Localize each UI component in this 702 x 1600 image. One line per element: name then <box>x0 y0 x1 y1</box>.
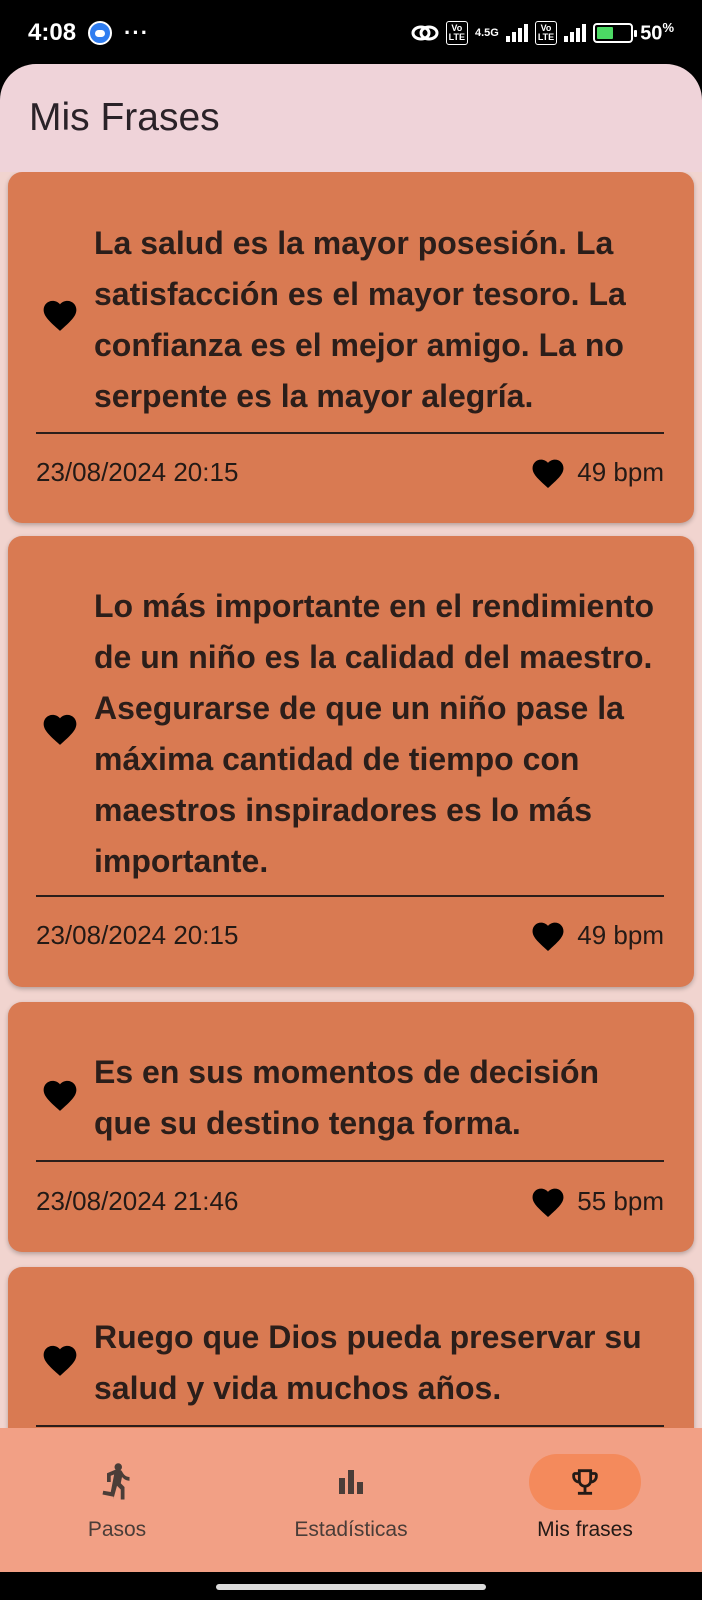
divider <box>36 1160 664 1162</box>
quote-card[interactable]: Ruego que Dios pueda preservar su salud … <box>8 1267 694 1428</box>
nav-label: Mis frases <box>537 1518 633 1541</box>
card-footer: 23/08/2024 21:46 55 bpm <box>36 1181 664 1221</box>
quotes-list[interactable]: La salud es la mayor posesión. La satisf… <box>0 172 702 1428</box>
status-bar: 4:08 ··· Vo LTE 4.5G Vo LTE 50% <box>0 0 702 66</box>
quote-date: 23/08/2024 21:46 <box>36 1185 239 1216</box>
quote-text: Lo más importante en el rendimiento de u… <box>94 588 655 879</box>
signal-icon-2 <box>564 24 587 42</box>
battery-percent: 50% <box>640 20 674 45</box>
bottom-navigation: Pasos Estadísticas Mis frases <box>0 1428 702 1572</box>
quote-card[interactable]: La salud es la mayor posesión. La satisf… <box>8 172 694 523</box>
trophy-icon <box>572 1469 598 1495</box>
signal-icon <box>505 24 528 42</box>
favorite-heart-icon[interactable] <box>40 296 80 332</box>
favorite-heart-icon[interactable] <box>40 710 80 746</box>
nav-label: Pasos <box>87 1518 147 1541</box>
quote-text: Ruego que Dios pueda preservar su salud … <box>94 1319 642 1406</box>
quote-date: 23/08/2024 20:15 <box>36 919 239 950</box>
status-time: 4:08 <box>28 19 77 46</box>
nav-item-mis-frases[interactable]: Mis frases <box>468 1428 702 1572</box>
heart-rate-icon <box>532 922 564 951</box>
heart-rate-icon <box>532 459 564 488</box>
nav-icon-container-active <box>529 1454 641 1510</box>
divider <box>36 895 664 897</box>
walk-icon <box>102 1463 130 1500</box>
nav-label: Estadísticas <box>294 1518 408 1541</box>
volte-icon-2: Vo LTE <box>534 21 558 45</box>
divider <box>36 432 664 434</box>
messenger-icon <box>88 21 113 45</box>
card-footer: 23/08/2024 20:15 49 bpm <box>36 915 664 955</box>
quote-date: 23/08/2024 20:15 <box>36 456 239 487</box>
quote-text: La salud es la mayor posesión. La satisf… <box>94 225 626 414</box>
nav-icon-container <box>295 1454 407 1510</box>
card-footer: 23/08/2024 20:15 49 bpm <box>36 452 664 492</box>
heart-rate-value: 55 bpm <box>577 1185 664 1216</box>
heart-rate-icon <box>532 1188 564 1217</box>
favorite-heart-icon[interactable] <box>40 1341 80 1377</box>
nav-item-estadisticas[interactable]: Estadísticas <box>234 1428 468 1572</box>
quote-text: Es en sus momentos de decisión que su de… <box>94 1054 600 1141</box>
nav-item-pasos[interactable]: Pasos <box>0 1428 234 1572</box>
app-surface: Mis Frases La salud es la mayor posesión… <box>0 64 702 1600</box>
network-type: 4.5G <box>474 26 499 39</box>
more-notifications-icon: ··· <box>124 20 150 45</box>
home-indicator[interactable] <box>216 1584 486 1590</box>
bar-chart-icon <box>339 1470 363 1494</box>
favorite-heart-icon[interactable] <box>40 1076 80 1112</box>
battery-icon <box>593 23 638 43</box>
nav-icon-container <box>61 1454 173 1510</box>
app-bar: Mis Frases <box>0 64 702 172</box>
quote-card[interactable]: Es en sus momentos de decisión que su de… <box>8 1002 694 1252</box>
divider <box>36 1425 664 1427</box>
link-icon <box>411 25 439 41</box>
volte-icon: Vo LTE <box>445 21 468 45</box>
quote-card[interactable]: Lo más importante en el rendimiento de u… <box>8 536 694 987</box>
heart-rate-value: 49 bpm <box>577 456 664 487</box>
page-title: Mis Frases <box>29 96 220 139</box>
heart-rate-value: 49 bpm <box>577 919 664 950</box>
